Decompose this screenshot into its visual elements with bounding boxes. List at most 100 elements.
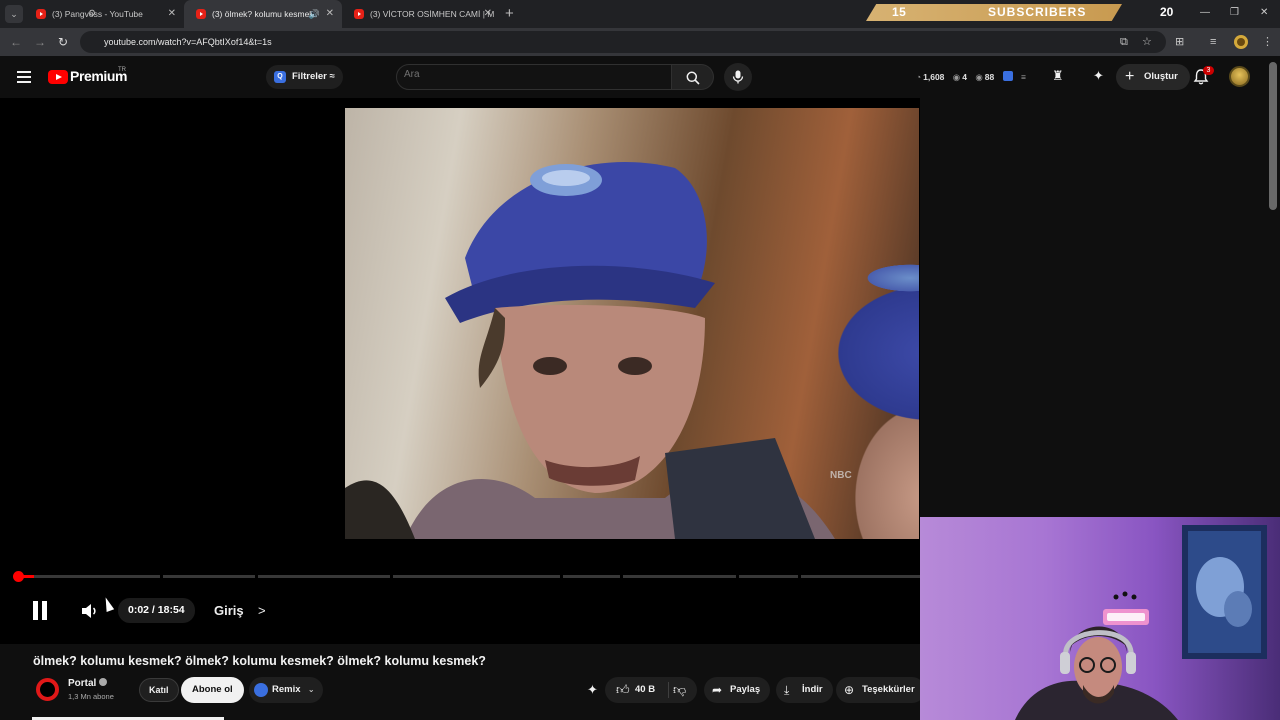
share-button[interactable]: ➦ Paylaş — [704, 677, 771, 703]
new-tab-button[interactable]: + — [505, 0, 514, 28]
close-tab-icon[interactable]: ✕ — [168, 0, 176, 28]
url-text[interactable]: youtube.com/watch?v=AFQbtIXof14&t=1s — [104, 34, 272, 50]
browser-tab[interactable]: (3) Pangvoss - YouTube ✕ — [24, 0, 184, 28]
reload-icon[interactable]: ↻ — [58, 34, 68, 50]
subscriber-target: 20 — [1160, 5, 1174, 19]
close-tab-icon[interactable]: ✕ — [326, 0, 334, 28]
like-icon[interactable]: 👍︎ — [616, 682, 630, 698]
youtube-logo-icon[interactable] — [48, 70, 68, 84]
filter-sliders-icon: ≈ — [329, 71, 335, 82]
stat-value: 88 — [984, 72, 995, 82]
download-button[interactable]: ⤓ İndir — [776, 677, 833, 703]
channel-name[interactable]: Portal — [68, 677, 108, 690]
channel-name-text: Portal — [68, 678, 97, 689]
close-tab-icon[interactable]: ✕ — [484, 0, 492, 28]
clock-icon: ◔ — [916, 72, 922, 82]
broadcaster-watermark: NBC — [830, 470, 852, 481]
webcam-overlay — [920, 517, 1280, 720]
dislike-icon[interactable]: 👎︎ — [673, 682, 686, 698]
time-display: 0:02 / 18:54 — [118, 598, 195, 623]
tab-search-button[interactable]: ⌄ — [5, 5, 23, 23]
trophy-icon[interactable]: ♜ — [1052, 68, 1064, 84]
chapter-marker — [390, 575, 393, 578]
reading-list-icon[interactable]: ≡ — [1210, 34, 1216, 50]
notification-count-badge: 3 — [1203, 66, 1214, 75]
chevron-right-icon[interactable]: > — [258, 602, 266, 620]
filters-label: Filtreler — [292, 71, 327, 82]
bookmark-star-icon[interactable]: ☆ — [1142, 34, 1152, 50]
download-label: İndir — [802, 684, 823, 695]
stat-value: 4 — [962, 72, 967, 82]
region-code: TR — [118, 67, 126, 73]
volume-icon[interactable] — [80, 602, 100, 620]
browser-tab-active[interactable]: (3) ölmek? kolumu kesmek 🔊 ✕ — [184, 0, 342, 28]
search-button[interactable] — [672, 64, 714, 90]
youtube-favicon-icon — [196, 9, 206, 19]
search-input[interactable] — [404, 69, 654, 80]
browser-tab-title: (3) Pangvoss - YouTube — [52, 9, 143, 19]
share-icon: ➦ — [712, 683, 723, 697]
verified-icon — [99, 678, 108, 686]
chapter-title[interactable]: Giriş — [214, 602, 244, 620]
microphone-icon — [732, 70, 744, 84]
progress-scrubber[interactable] — [13, 571, 24, 582]
browser-menu-icon[interactable]: ⋮ — [1262, 34, 1273, 50]
chapter-marker — [798, 575, 801, 578]
thanks-button[interactable]: ⊕ Teşekkürler — [836, 677, 925, 703]
speaker-icon[interactable]: 🔊 — [309, 0, 320, 28]
sparkle-icon[interactable]: ✦ — [587, 682, 598, 698]
create-label: Oluştur — [1144, 71, 1178, 82]
menu-icon[interactable] — [17, 71, 31, 83]
channel-avatar[interactable] — [36, 678, 59, 701]
youtube-favicon-icon — [354, 9, 364, 19]
restore-icon[interactable]: ❐ — [1230, 4, 1239, 22]
sparkle-icon[interactable]: ✦ — [1093, 68, 1104, 84]
chapter-marker — [560, 575, 563, 578]
voice-search-button[interactable] — [724, 63, 752, 91]
eye-icon: ◉ — [975, 72, 983, 82]
filter-extension-icon: Q — [274, 71, 286, 83]
eye-icon: ◉ — [952, 72, 961, 82]
stat-value: 1,608 — [923, 72, 945, 82]
chapter-marker — [160, 575, 163, 578]
page-scrollbar[interactable] — [1269, 62, 1277, 210]
minimize-icon[interactable]: — — [1200, 4, 1210, 22]
create-button[interactable]: + Oluştur — [1116, 64, 1190, 90]
subscribe-button[interactable]: Abone ol — [181, 677, 244, 703]
site-info-icon[interactable]: ⚙ — [88, 8, 96, 19]
remix-button[interactable]: Remix ⌄ — [249, 677, 323, 703]
filters-button[interactable]: Q Filtreler ≈ — [266, 65, 343, 89]
subscriber-goal-label: SUBSCRIBERS — [988, 5, 1087, 19]
chapter-marker — [620, 575, 623, 578]
chapter-marker — [736, 575, 739, 578]
subscriber-current: 15 — [892, 5, 907, 19]
chapter-marker — [255, 575, 258, 578]
chevron-down-icon: ⌄ — [307, 685, 315, 694]
like-count[interactable]: 40 B — [635, 682, 655, 698]
back-icon[interactable]: ← — [10, 34, 22, 50]
browser-tab-strip: ⌄ (3) Pangvoss - YouTube ✕ (3) ölmek? ko… — [0, 0, 1280, 28]
subscriber-count: 1,3 Mn abone — [68, 692, 114, 701]
plus-icon: + — [1125, 68, 1135, 85]
browser-tab-title: (3) ölmek? kolumu kesmek — [212, 9, 314, 19]
cast-icon[interactable]: ⧉ — [1120, 34, 1128, 50]
account-avatar[interactable] — [1229, 66, 1250, 87]
progress-bar[interactable] — [18, 575, 920, 578]
extensions-icon[interactable]: ⊞ — [1175, 34, 1184, 50]
pause-icon[interactable] — [32, 601, 48, 620]
join-button[interactable]: Katıl — [139, 678, 179, 702]
profile-avatar-icon[interactable] — [1234, 35, 1248, 49]
close-window-icon[interactable]: ✕ — [1260, 4, 1268, 22]
youtube-favicon-icon — [36, 9, 46, 19]
download-icon: ⤓ — [784, 683, 790, 697]
super-thanks-icon: ⊕ — [844, 683, 855, 697]
extension-icon — [1002, 71, 1013, 81]
video-title: ölmek? kolumu kesmek? ölmek? kolumu kesm… — [33, 654, 486, 668]
share-label: Paylaş — [730, 684, 761, 695]
list-icon: ≡ — [1020, 72, 1026, 82]
browser-tab-title: (3) VİCTOR OSİMHEN CAMİ | M — [370, 9, 495, 19]
forward-icon[interactable]: → — [34, 34, 46, 50]
extension-stats[interactable]: ◔ 1,608 ◉ 4 ◉ 88 ≡ — [916, 70, 1028, 84]
remix-extension-icon — [254, 683, 268, 697]
browser-tab[interactable]: (3) VİCTOR OSİMHEN CAMİ | M ✕ — [342, 0, 500, 28]
